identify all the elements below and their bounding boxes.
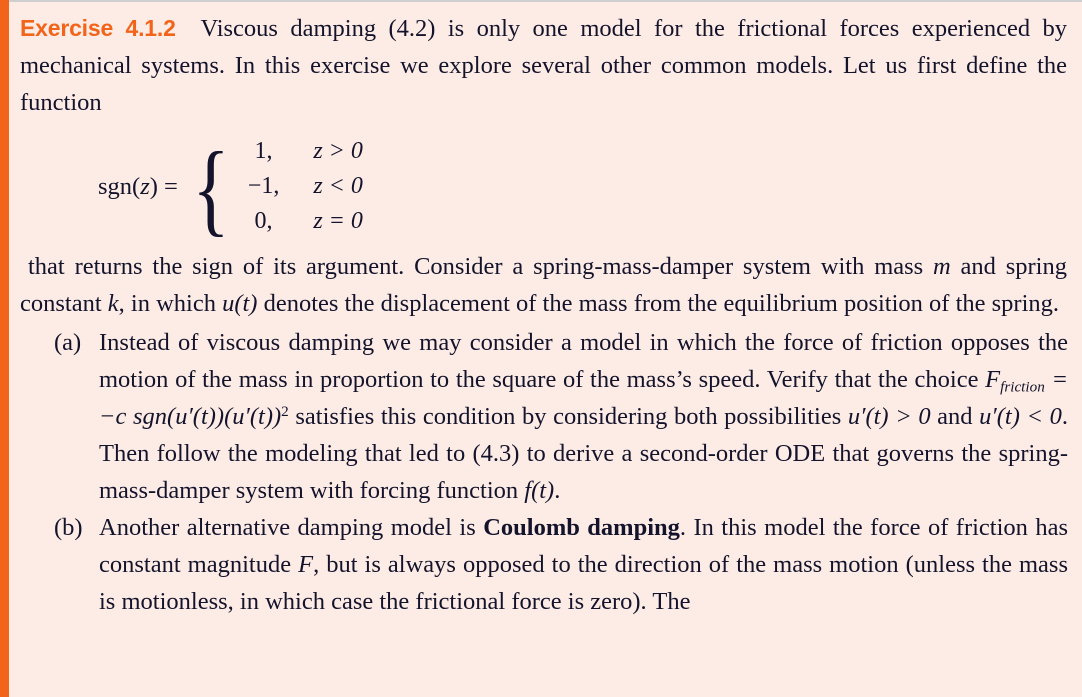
part-a-text-2: satisfies this condition by considering … — [288, 403, 848, 430]
part-a-text-6: . — [554, 477, 561, 504]
part-a-text-3: and — [930, 403, 980, 430]
page-content: Exercise 4.1.2 Viscous damping (4.2) is … — [9, 0, 1082, 697]
equation-left-hand-side: sgn(z) = — [98, 172, 178, 200]
case-condition: z < 0 — [313, 173, 363, 199]
piecewise-cases: 1, z > 0 −1, z < 0 0, z = 0 — [238, 135, 363, 238]
setup-text-part4: denotes the displacement of the mass fro… — [257, 290, 1060, 317]
exercise-part-a: (a) Instead of viscous damping we may co… — [20, 324, 1068, 509]
condition-u-prime-negative: u′(t) < 0 — [979, 403, 1062, 430]
case-value: 0, — [254, 208, 273, 234]
case-condition: z = 0 — [313, 208, 363, 234]
friction-formula-exponent: 2 — [281, 403, 289, 421]
part-b-text-1: Another alternative damping model is — [99, 514, 484, 541]
lead-paragraph: Exercise 4.1.2 Viscous damping (4.2) is … — [20, 10, 1068, 121]
left-curly-brace-icon: { — [192, 130, 230, 246]
case-value: 1, — [254, 138, 273, 164]
forcing-function-f-of-t: f(t) — [524, 477, 555, 504]
variable-k: k — [107, 290, 119, 317]
exercise-part-b: (b) Another alternative damping model is… — [20, 509, 1068, 620]
magnitude-symbol-F: F — [298, 551, 314, 578]
part-marker-b: (b) — [54, 514, 83, 541]
lead-paragraph-text: Viscous damping (4.2) is only one model … — [20, 15, 1067, 116]
variable-m: m — [933, 253, 951, 280]
coulomb-damping-term: Coulomb damping — [483, 514, 680, 541]
force-symbol-F: F — [985, 366, 1001, 393]
orange-accent-bar — [0, 0, 9, 697]
part-marker-a: (a) — [54, 329, 82, 356]
setup-paragraph: that returns the sign of its argument. C… — [20, 248, 1068, 322]
setup-text-part1: that returns the sign of its argument. C… — [28, 253, 934, 280]
exercise-label: Exercise 4.1.2 — [20, 15, 176, 41]
exercise-parts-list: (a) Instead of viscous damping we may co… — [20, 324, 1068, 620]
sgn-function-display-equation: sgn(z) = { 1, z > 0 −1, z < 0 0, z = 0 — [20, 130, 1068, 246]
condition-u-prime-positive: u′(t) > 0 — [847, 403, 931, 430]
case-value: −1, — [247, 173, 280, 199]
function-u-of-t: u(t) — [222, 290, 258, 317]
exercise-page: Exercise 4.1.2 Viscous damping (4.2) is … — [0, 0, 1082, 697]
setup-text-part3: , in which — [118, 290, 223, 317]
force-subscript-friction: friction — [1000, 378, 1045, 396]
case-condition: z > 0 — [313, 138, 363, 164]
part-a-text-1: Instead of viscous damping we may consid… — [99, 329, 1068, 393]
